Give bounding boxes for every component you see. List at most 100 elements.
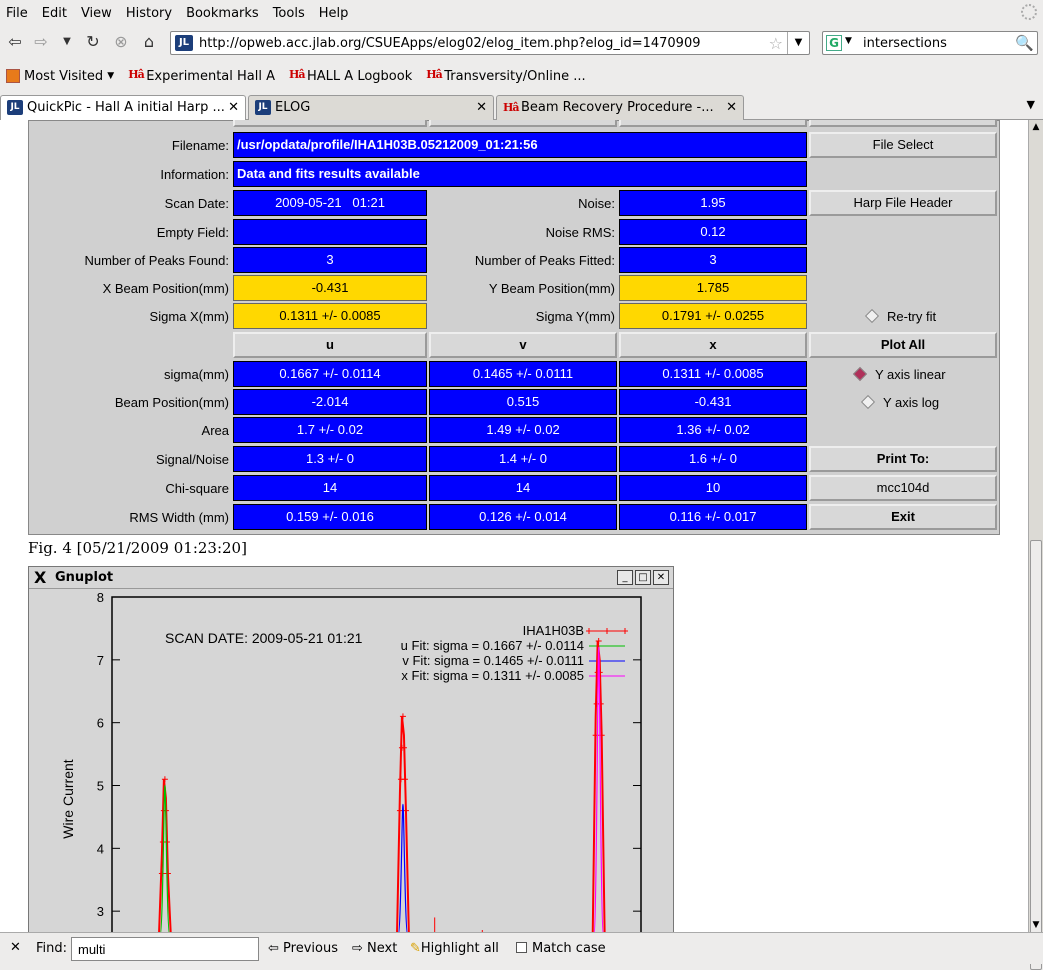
retry-fit-radio[interactable]: Re-try fit (864, 308, 936, 324)
search-bar[interactable]: G ▼ intersections 🔍 (822, 31, 1038, 55)
maximize-icon[interactable]: □ (635, 570, 651, 585)
highlighter-icon: ✎ (410, 941, 421, 956)
gnuplot-window: X Gnuplot _ □ ✕ 8 7 6 5 4 3 Wire Current SCAN… (28, 566, 674, 932)
history-dropdown-icon[interactable]: ▼ (56, 31, 78, 53)
menu-edit[interactable]: Edit (42, 6, 67, 21)
close-icon[interactable]: ✕ (476, 100, 487, 115)
information-label: Information: (160, 167, 229, 182)
y-axis-linear-radio[interactable]: Y axis linear (852, 366, 946, 382)
bookmark-transversity[interactable]: Hâ Transversity/Online ... (426, 68, 585, 84)
y-tick-label: 5 (97, 779, 104, 794)
bookmark-hall-a-logbook[interactable]: Hâ HALL A Logbook (289, 68, 412, 84)
menu-bar: File Edit View History Bookmarks Tools H… (0, 0, 1043, 26)
row-label: Beam Position(mm) (114, 395, 229, 410)
checkbox-icon (516, 942, 527, 953)
noise-rms-label: Noise RMS: (545, 225, 615, 240)
exit-button[interactable]: Exit (809, 504, 997, 530)
bookmark-experimental-hall-a[interactable]: Hâ Experimental Hall A (128, 68, 275, 84)
cell-u: -2.014 (233, 389, 427, 415)
top-button-4[interactable] (809, 120, 997, 127)
find-previous-button[interactable]: ⇦ Previous (268, 941, 338, 956)
scroll-up-icon[interactable]: ▲ (1029, 120, 1043, 134)
harp-file-header-button[interactable]: Harp File Header (809, 190, 997, 216)
row-label: Chi-square (165, 481, 229, 496)
highlight-all-button[interactable]: ✎Highlight all (410, 941, 499, 956)
menu-tools[interactable]: Tools (273, 6, 305, 21)
search-input[interactable]: intersections (863, 36, 947, 51)
minimize-icon[interactable]: _ (617, 570, 633, 585)
sigma-y-label: Sigma Y(mm) (535, 309, 615, 324)
cell-x: 0.116 +/- 0.017 (619, 504, 807, 530)
tab-beam-recovery[interactable]: Hâ Beam Recovery Procedure -... ✕ (496, 95, 744, 120)
match-case-checkbox[interactable]: Match case (516, 941, 606, 956)
bookmark-most-visited[interactable]: Most Visited ▼ (6, 69, 114, 84)
printer-field[interactable]: mcc104d (809, 475, 997, 501)
home-icon[interactable]: ⌂ (138, 31, 160, 53)
tab-elog[interactable]: JL ELOG ✕ (248, 95, 494, 120)
site-icon: JL (255, 100, 271, 115)
close-icon[interactable]: ✕ (726, 100, 737, 115)
find-input[interactable] (71, 937, 259, 961)
vertical-scrollbar[interactable]: ▲ ▼ (1028, 120, 1043, 970)
site-icon: JL (7, 100, 23, 115)
close-find-icon[interactable]: ✕ (10, 940, 21, 955)
sigma-y-field: 0.1791 +/- 0.0255 (619, 303, 807, 329)
close-icon[interactable]: ✕ (228, 100, 239, 115)
y-beam-position-label: Y Beam Position(mm) (488, 281, 615, 296)
x-logo-icon: X (34, 568, 47, 587)
forward-icon[interactable]: ⇨ (30, 31, 52, 53)
find-next-button[interactable]: ⇨ Next (352, 941, 397, 956)
column-x-button[interactable]: x (619, 332, 807, 358)
site-icon: JL (175, 35, 193, 51)
close-icon[interactable]: ✕ (653, 570, 669, 585)
menu-bookmarks[interactable]: Bookmarks (186, 6, 259, 21)
plot-all-button[interactable]: Plot All (809, 332, 997, 358)
gnuplot-title: Gnuplot (55, 570, 114, 585)
filename-field: /usr/opdata/profile/IHA1H03B.05212009_01… (233, 132, 807, 158)
y-beam-position-field: 1.785 (619, 275, 807, 301)
cell-x: 10 (619, 475, 807, 501)
menu-view[interactable]: View (81, 6, 112, 21)
back-icon[interactable]: ⇦ (4, 31, 26, 53)
file-select-button[interactable]: File Select (809, 132, 997, 158)
column-v-button[interactable]: v (429, 332, 617, 358)
cell-u: 1.3 +/- 0 (233, 446, 427, 472)
empty-field-label: Empty Field: (156, 225, 229, 240)
top-button-2[interactable] (429, 120, 617, 127)
column-u-button[interactable]: u (233, 332, 427, 358)
tab-list-icon[interactable]: ▼ (1027, 98, 1035, 111)
search-engine-dropdown-icon[interactable]: ▼ (845, 36, 852, 46)
scrollbar-thumb[interactable] (1030, 540, 1042, 970)
bookmark-star-icon[interactable]: ☆ (769, 34, 783, 53)
peaks-fitted-label: Number of Peaks Fitted: (474, 253, 615, 268)
menu-help[interactable]: Help (319, 6, 349, 21)
legend-entry: x Fit: sigma = 0.1311 +/- 0.0085 (401, 668, 584, 683)
url-dropdown-icon[interactable]: ▼ (787, 32, 809, 54)
tab-quickpic[interactable]: JL QuickPic - Hall A initial Harp ... ✕ (0, 95, 246, 121)
gnuplot-titlebar: X Gnuplot _ □ ✕ (29, 567, 673, 589)
stop-icon[interactable]: ⊗ (110, 31, 132, 53)
x-beam-position-field: -0.431 (233, 275, 427, 301)
search-icon[interactable]: 🔍 (1015, 34, 1034, 52)
legend-entry: v Fit: sigma = 0.1465 +/- 0.0111 (402, 653, 584, 668)
harp-panel: Filename: /usr/opdata/profile/IHA1H03B.0… (28, 120, 1000, 535)
hall-a-icon: Hâ (426, 68, 443, 81)
scroll-down-icon[interactable]: ▼ (1029, 918, 1043, 932)
cell-v: 0.126 +/- 0.014 (429, 504, 617, 530)
find-bar: ✕ Find: ⇦ Previous ⇨ Next ✎Highlight all… (0, 932, 1043, 964)
search-engine-icon[interactable]: G (826, 35, 842, 51)
scan-date-field: 2009-05-21 01:21 (233, 190, 427, 216)
folder-icon (6, 69, 20, 83)
top-button-1[interactable] (233, 120, 427, 127)
scan-date-label: Scan Date: (164, 196, 229, 211)
url-bar[interactable]: JL http://opweb.acc.jlab.org/CSUEApps/el… (170, 31, 810, 55)
top-button-3[interactable] (619, 120, 807, 127)
menu-history[interactable]: History (126, 6, 172, 21)
y-axis-log-radio[interactable]: Y axis log (860, 394, 939, 410)
reload-icon[interactable]: ↻ (82, 31, 104, 53)
row-label: Area (201, 423, 229, 438)
menu-file[interactable]: File (6, 6, 28, 21)
url-text[interactable]: http://opweb.acc.jlab.org/CSUEApps/elog0… (199, 36, 701, 51)
print-to-button[interactable]: Print To: (809, 446, 997, 472)
bookmarks-toolbar: Most Visited ▼ Hâ Experimental Hall A Hâ H… (0, 62, 1043, 90)
